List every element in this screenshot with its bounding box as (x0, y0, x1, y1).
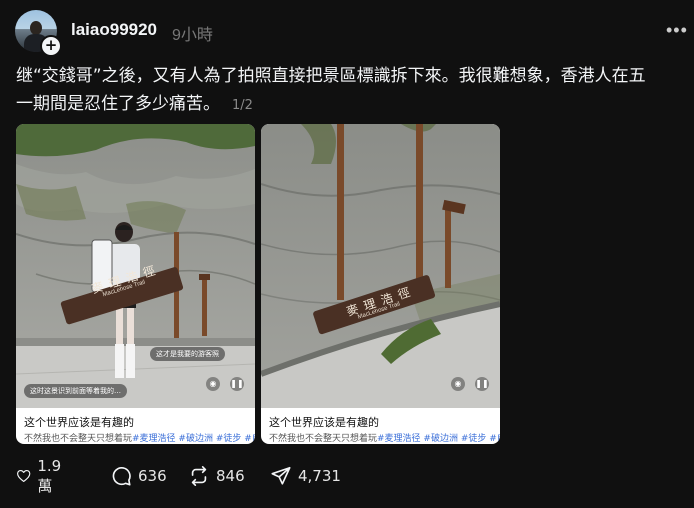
repost-icon (191, 466, 207, 486)
mute-icon[interactable]: ◉ (451, 377, 465, 391)
card-hashtags[interactable]: #麦理浩径 #破边洲 #徒步 #自 (377, 434, 500, 444)
send-icon (271, 466, 291, 485)
like-count: 1.9 萬 (37, 456, 62, 495)
share-button[interactable]: 4,731 (270, 464, 341, 488)
reply-count: 636 (138, 467, 167, 485)
like-button[interactable]: 1.9 萬 (16, 457, 68, 495)
more-options-icon[interactable]: ••• (666, 21, 688, 39)
repost-button[interactable]: 846 (188, 464, 245, 488)
mute-icon[interactable]: ◉ (206, 377, 220, 391)
carousel-counter: 1/2 (232, 98, 253, 113)
card-hashtags[interactable]: #麦理浩径 #破边洲 #徒步 #自 (132, 434, 255, 444)
avatar-container[interactable]: + (15, 10, 62, 57)
pause-icon[interactable]: ❚❚ (230, 377, 244, 391)
video-overlay-caption: 这才是我要的游客照 (150, 347, 225, 361)
pause-icon[interactable]: ❚❚ (475, 377, 489, 391)
card-subtitle-text: 不然我也不会整天只想着玩 (24, 434, 133, 444)
card-subtitle: 不然我也不会整天只想着玩#麦理浩径 #破边洲 #徒步 #自 (24, 431, 255, 444)
follow-plus-icon[interactable]: + (40, 35, 62, 57)
card-title: 这个世界应该是有趣的 (269, 416, 379, 429)
card-subtitle: 不然我也不会整天只想着玩#麦理浩径 #破边洲 #徒步 #自 (269, 431, 500, 444)
post-caption: 继“交錢哥”之後，又有人為了拍照直接把景區標識拆下來。我很難想象，香港人在五一期… (16, 62, 656, 120)
caption-text: 继“交錢哥”之後，又有人為了拍照直接把景區標識拆下來。我很難想象，香港人在五一期… (16, 66, 646, 114)
share-count: 4,731 (298, 467, 341, 485)
reply-button[interactable]: 636 (110, 464, 167, 488)
comment-icon (112, 467, 131, 486)
username[interactable]: laiao99920 (71, 20, 157, 40)
video-overlay-caption: 这时这景识到前面等着我的… (24, 384, 127, 398)
card-subtitle-text: 不然我也不会整天只想着玩 (269, 434, 378, 444)
media-card[interactable]: 麥理浩徑 MacLehose Trail ◉ ❚❚ 这个世界应该是有趣的 不然我… (261, 124, 500, 444)
media-card[interactable]: 麥理浩徑 MacLehose Trail 这才是我要的游客照 这时这景识到前面等… (16, 124, 255, 444)
post-photo[interactable]: 麥理浩徑 MacLehose Trail ◉ ❚❚ (261, 124, 500, 408)
repost-count: 846 (216, 467, 245, 485)
post-timestamp: 9小時 (172, 27, 213, 44)
thread-post: + laiao99920 9小時 ••• 继“交錢哥”之後，又有人為了拍照直接把… (0, 0, 694, 508)
heart-icon (17, 469, 31, 483)
card-title: 这个世界应该是有趣的 (24, 416, 134, 429)
post-photo[interactable]: 麥理浩徑 MacLehose Trail 这才是我要的游客照 这时这景识到前面等… (16, 124, 255, 408)
